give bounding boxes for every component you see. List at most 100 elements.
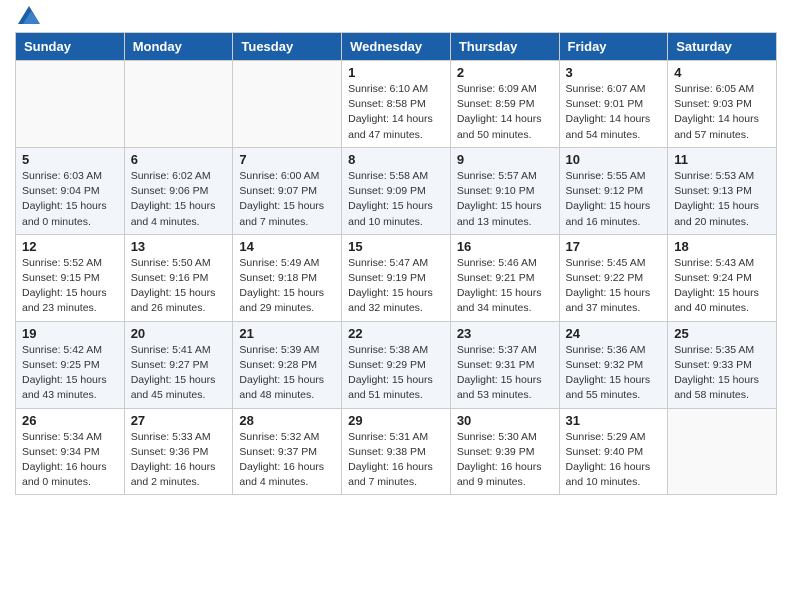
calendar-cell: 14 Sunrise: 5:49 AM Sunset: 9:18 PM Dayli… — [233, 234, 342, 321]
day-number: 12 — [22, 239, 118, 254]
day-info: Sunrise: 5:38 AM Sunset: 9:29 PM Dayligh… — [348, 343, 444, 404]
day-number: 6 — [131, 152, 227, 167]
weekday-header: Thursday — [450, 33, 559, 61]
logo — [15, 10, 40, 24]
day-info: Sunrise: 5:30 AM Sunset: 9:39 PM Dayligh… — [457, 430, 553, 491]
calendar-cell: 25 Sunrise: 5:35 AM Sunset: 9:33 PM Dayli… — [668, 321, 777, 408]
day-number: 14 — [239, 239, 335, 254]
day-info: Sunrise: 5:37 AM Sunset: 9:31 PM Dayligh… — [457, 343, 553, 404]
page: SundayMondayTuesdayWednesdayThursdayFrid… — [0, 0, 792, 505]
day-number: 13 — [131, 239, 227, 254]
day-info: Sunrise: 5:36 AM Sunset: 9:32 PM Dayligh… — [566, 343, 662, 404]
weekday-header-row: SundayMondayTuesdayWednesdayThursdayFrid… — [16, 33, 777, 61]
day-info: Sunrise: 5:33 AM Sunset: 9:36 PM Dayligh… — [131, 430, 227, 491]
day-number: 9 — [457, 152, 553, 167]
day-number: 27 — [131, 413, 227, 428]
calendar-cell: 23 Sunrise: 5:37 AM Sunset: 9:31 PM Dayli… — [450, 321, 559, 408]
day-info: Sunrise: 5:50 AM Sunset: 9:16 PM Dayligh… — [131, 256, 227, 317]
day-number: 20 — [131, 326, 227, 341]
day-info: Sunrise: 5:32 AM Sunset: 9:37 PM Dayligh… — [239, 430, 335, 491]
calendar-cell: 9 Sunrise: 5:57 AM Sunset: 9:10 PM Daylig… — [450, 147, 559, 234]
calendar-week-row: 12Sunrise: 5:52 AM Sunset: 9:15 PM Dayli… — [16, 234, 777, 321]
day-info: Sunrise: 5:41 AM Sunset: 9:27 PM Dayligh… — [131, 343, 227, 404]
calendar-cell: 18Sunrise: 5:43 AM Sunset: 9:24 PM Dayli… — [668, 234, 777, 321]
calendar-cell: 11Sunrise: 5:53 AM Sunset: 9:13 PM Dayli… — [668, 147, 777, 234]
day-number: 23 — [457, 326, 553, 341]
day-number: 10 — [566, 152, 662, 167]
weekday-header: Wednesday — [342, 33, 451, 61]
calendar-week-row: 5 Sunrise: 6:03 AM Sunset: 9:04 PM Daylig… — [16, 147, 777, 234]
day-info: Sunrise: 5:55 AM Sunset: 9:12 PM Dayligh… — [566, 169, 662, 230]
weekday-header: Tuesday — [233, 33, 342, 61]
day-number: 22 — [348, 326, 444, 341]
calendar-cell: 20 Sunrise: 5:41 AM Sunset: 9:27 PM Dayli… — [124, 321, 233, 408]
day-info: Sunrise: 5:34 AM Sunset: 9:34 PM Dayligh… — [22, 430, 118, 491]
day-number: 16 — [457, 239, 553, 254]
calendar-cell: 8 Sunrise: 5:58 AM Sunset: 9:09 PM Daylig… — [342, 147, 451, 234]
calendar-cell: 2 Sunrise: 6:09 AM Sunset: 8:59 PM Daylig… — [450, 61, 559, 148]
day-number: 29 — [348, 413, 444, 428]
day-info: Sunrise: 5:57 AM Sunset: 9:10 PM Dayligh… — [457, 169, 553, 230]
day-info: Sunrise: 6:09 AM Sunset: 8:59 PM Dayligh… — [457, 82, 553, 143]
day-info: Sunrise: 6:07 AM Sunset: 9:01 PM Dayligh… — [566, 82, 662, 143]
day-info: Sunrise: 6:02 AM Sunset: 9:06 PM Dayligh… — [131, 169, 227, 230]
calendar-cell: 16 Sunrise: 5:46 AM Sunset: 9:21 PM Dayli… — [450, 234, 559, 321]
day-info: Sunrise: 5:45 AM Sunset: 9:22 PM Dayligh… — [566, 256, 662, 317]
day-number: 15 — [348, 239, 444, 254]
day-info: Sunrise: 5:58 AM Sunset: 9:09 PM Dayligh… — [348, 169, 444, 230]
day-info: Sunrise: 5:31 AM Sunset: 9:38 PM Dayligh… — [348, 430, 444, 491]
calendar-cell: 13 Sunrise: 5:50 AM Sunset: 9:16 PM Dayli… — [124, 234, 233, 321]
calendar-cell: 24 Sunrise: 5:36 AM Sunset: 9:32 PM Dayli… — [559, 321, 668, 408]
day-number: 3 — [566, 65, 662, 80]
day-number: 18 — [674, 239, 770, 254]
calendar-cell: 7 Sunrise: 6:00 AM Sunset: 9:07 PM Daylig… — [233, 147, 342, 234]
calendar-cell: 26 Sunrise: 5:34 AM Sunset: 9:34 PM Dayli… — [16, 408, 125, 495]
calendar-cell: 31Sunrise: 5:29 AM Sunset: 9:40 PM Dayli… — [559, 408, 668, 495]
calendar-cell: 27 Sunrise: 5:33 AM Sunset: 9:36 PM Dayli… — [124, 408, 233, 495]
day-info: Sunrise: 5:39 AM Sunset: 9:28 PM Dayligh… — [239, 343, 335, 404]
calendar: SundayMondayTuesdayWednesdayThursdayFrid… — [15, 32, 777, 495]
day-info: Sunrise: 5:46 AM Sunset: 9:21 PM Dayligh… — [457, 256, 553, 317]
header — [15, 10, 777, 24]
day-info: Sunrise: 5:53 AM Sunset: 9:13 PM Dayligh… — [674, 169, 770, 230]
calendar-cell — [16, 61, 125, 148]
day-info: Sunrise: 5:47 AM Sunset: 9:19 PM Dayligh… — [348, 256, 444, 317]
day-number: 7 — [239, 152, 335, 167]
calendar-cell: 1 Sunrise: 6:10 AM Sunset: 8:58 PM Daylig… — [342, 61, 451, 148]
day-info: Sunrise: 6:03 AM Sunset: 9:04 PM Dayligh… — [22, 169, 118, 230]
day-number: 8 — [348, 152, 444, 167]
calendar-cell — [124, 61, 233, 148]
calendar-cell — [668, 408, 777, 495]
day-info: Sunrise: 6:00 AM Sunset: 9:07 PM Dayligh… — [239, 169, 335, 230]
weekday-header: Friday — [559, 33, 668, 61]
calendar-cell: 10 Sunrise: 5:55 AM Sunset: 9:12 PM Dayli… — [559, 147, 668, 234]
day-number: 17 — [566, 239, 662, 254]
calendar-cell: 12Sunrise: 5:52 AM Sunset: 9:15 PM Dayli… — [16, 234, 125, 321]
calendar-cell: 5 Sunrise: 6:03 AM Sunset: 9:04 PM Daylig… — [16, 147, 125, 234]
day-number: 19 — [22, 326, 118, 341]
day-info: Sunrise: 5:35 AM Sunset: 9:33 PM Dayligh… — [674, 343, 770, 404]
day-number: 25 — [674, 326, 770, 341]
calendar-cell: 29 Sunrise: 5:31 AM Sunset: 9:38 PM Dayli… — [342, 408, 451, 495]
day-info: Sunrise: 5:49 AM Sunset: 9:18 PM Dayligh… — [239, 256, 335, 317]
calendar-cell: 6 Sunrise: 6:02 AM Sunset: 9:06 PM Daylig… — [124, 147, 233, 234]
calendar-cell: 3 Sunrise: 6:07 AM Sunset: 9:01 PM Daylig… — [559, 61, 668, 148]
day-info: Sunrise: 6:05 AM Sunset: 9:03 PM Dayligh… — [674, 82, 770, 143]
calendar-cell: 28 Sunrise: 5:32 AM Sunset: 9:37 PM Dayli… — [233, 408, 342, 495]
day-number: 2 — [457, 65, 553, 80]
calendar-cell: 17 Sunrise: 5:45 AM Sunset: 9:22 PM Dayli… — [559, 234, 668, 321]
weekday-header: Monday — [124, 33, 233, 61]
weekday-header: Sunday — [16, 33, 125, 61]
calendar-cell: 4Sunrise: 6:05 AM Sunset: 9:03 PM Daylig… — [668, 61, 777, 148]
calendar-cell: 30Sunrise: 5:30 AM Sunset: 9:39 PM Dayli… — [450, 408, 559, 495]
calendar-week-row: 1 Sunrise: 6:10 AM Sunset: 8:58 PM Daylig… — [16, 61, 777, 148]
day-number: 5 — [22, 152, 118, 167]
day-number: 28 — [239, 413, 335, 428]
day-number: 1 — [348, 65, 444, 80]
day-number: 24 — [566, 326, 662, 341]
calendar-cell: 19Sunrise: 5:42 AM Sunset: 9:25 PM Dayli… — [16, 321, 125, 408]
calendar-cell — [233, 61, 342, 148]
day-number: 26 — [22, 413, 118, 428]
day-info: Sunrise: 6:10 AM Sunset: 8:58 PM Dayligh… — [348, 82, 444, 143]
day-number: 21 — [239, 326, 335, 341]
